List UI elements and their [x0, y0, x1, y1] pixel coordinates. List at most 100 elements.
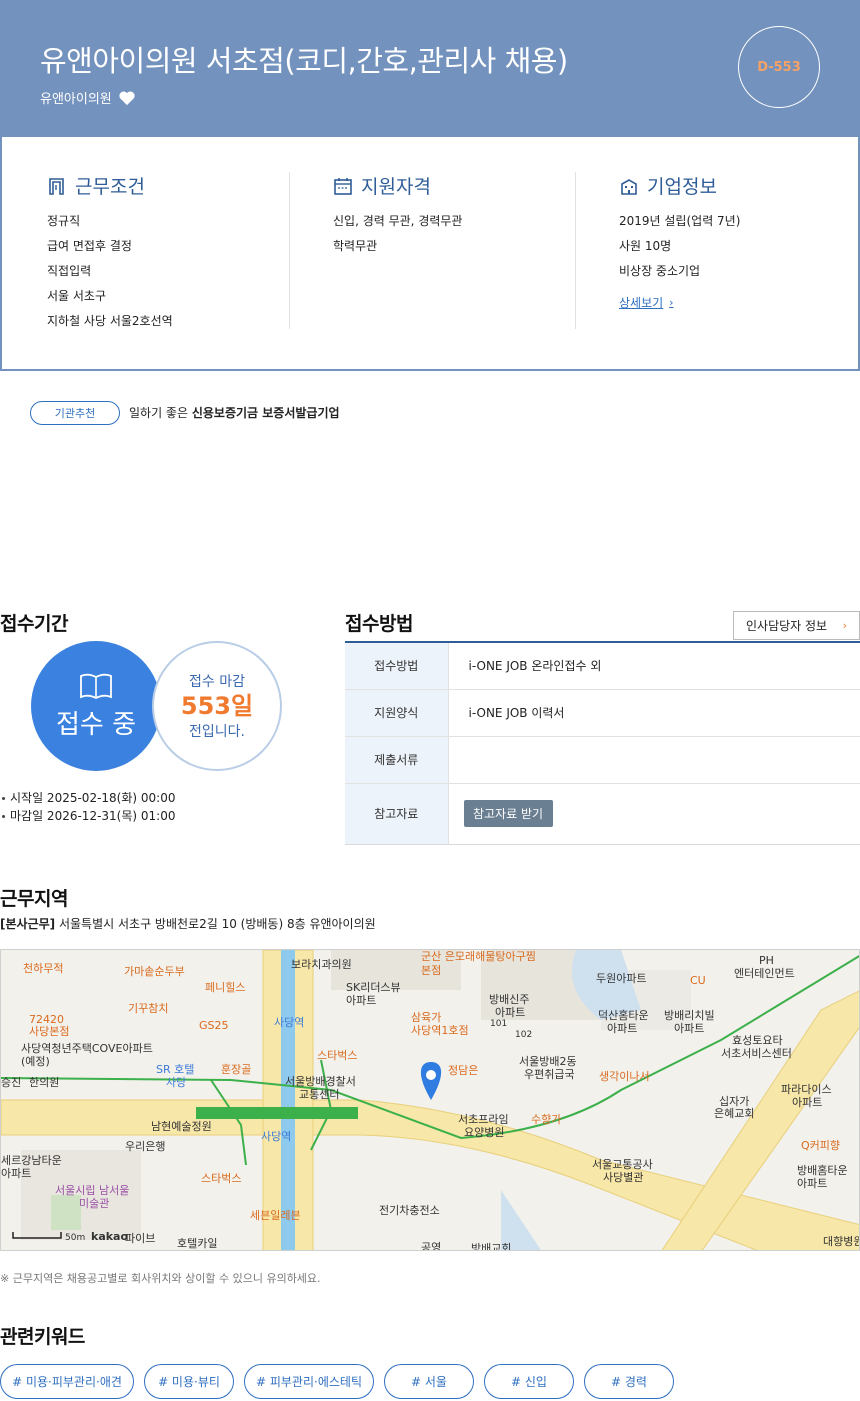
map-label: 본점	[421, 964, 442, 977]
address-tag: [본사근무]	[0, 917, 56, 931]
list-item: 급여 면접후 결정	[47, 239, 132, 253]
map-label: SK리더스뷰	[346, 981, 401, 994]
map-label: 수향가	[531, 1113, 562, 1126]
agency-recommend-badge: 기관추천	[30, 401, 120, 425]
download-reference-button[interactable]: 참고자료 받기	[463, 800, 553, 827]
map-label: 사당본점	[29, 1025, 70, 1038]
map-label: 방배홈타운	[797, 1164, 848, 1177]
deadline-label: 접수 마감	[189, 674, 245, 690]
company-info: 기업정보 2019년 설립(업력 7년) 사원 10명 비상장 중소기업 상세보…	[619, 172, 740, 328]
end-date: 마감일 2026-12-31(목) 01:00	[0, 807, 175, 825]
map-label: 서울방배경찰서	[285, 1075, 356, 1088]
company-name[interactable]: 유앤아이의원	[40, 88, 112, 107]
book-icon	[80, 673, 112, 699]
row-label: 참고자료	[345, 783, 449, 844]
map-label: 전기차충전소	[379, 1204, 440, 1217]
map-label: 사당역청년주택COVE아파트	[21, 1042, 153, 1055]
keywords-title: 관련키워드	[0, 1326, 85, 1348]
map-label: 아파트	[792, 1096, 823, 1109]
map-label: 스타벅스	[201, 1172, 242, 1185]
row-value: i-ONE JOB 이력서	[448, 689, 860, 737]
qualifications-heading: 지원자격	[333, 172, 462, 199]
method-title: 접수방법	[345, 613, 413, 635]
map-label: 한의원	[29, 1076, 60, 1089]
keyword-tag[interactable]: # 미용·피부관리·애견	[0, 1364, 134, 1399]
map-label: 사당역1호점	[411, 1024, 469, 1037]
summary-box: 근무조건 정규직 급여 면접후 결정 직접입력 서울 서초구 지하철 사당 서울…	[0, 137, 860, 371]
building-icon	[621, 178, 637, 195]
company-detail-link[interactable]: 상세보기 ›	[619, 294, 674, 311]
start-date: 시작일 2025-02-18(화) 00:00	[0, 789, 175, 807]
heart-icon[interactable]	[118, 90, 136, 106]
location-note: ※ 근무지역은 채용공고별로 회사위치와 상이할 수 있으니 유의하세요.	[0, 1272, 321, 1285]
map-label: 서울교통공사	[592, 1158, 653, 1171]
map-label: 방배리치빌	[664, 1009, 715, 1022]
qualifications: 지원자격 신입, 경력 무관, 경력무관 학력무관	[333, 172, 462, 328]
keyword-tag[interactable]: # 서울	[384, 1364, 474, 1399]
list-item: 직접입력	[47, 264, 92, 278]
job-title: 유앤아이의원 서초점(코디,간호,관리사 채용)	[40, 44, 568, 78]
map-label: 요양병원	[464, 1126, 505, 1139]
map-label: 덕산홈타운	[598, 1009, 649, 1022]
hr-contact-label: 인사담당자 정보	[746, 619, 828, 633]
keyword-tag[interactable]: # 미용·뷰티	[144, 1364, 234, 1399]
location-map[interactable]: 천하무적 가마솥순두부 보라치과의원 군산 은모래해물탕아구찜 본점 두원아파트…	[0, 949, 860, 1251]
address-text: 서울특별시 서초구 방배천로2길 10 (방배동) 8층 유앤아이의원	[58, 917, 376, 931]
map-label: 생각이나서	[599, 1070, 650, 1083]
map-label: 아파트	[797, 1177, 828, 1190]
status-text: 접수 중	[55, 709, 137, 740]
map-label: 사당역	[261, 1130, 292, 1143]
map-label: 군산 은모래해물탕아구찜	[421, 950, 536, 963]
hr-contact-button[interactable]: 인사담당자 정보 ›	[733, 611, 860, 640]
map-label: 스타벅스	[317, 1049, 358, 1062]
status-circle: 접수 중	[31, 641, 161, 771]
map-label: 서초서비스센터	[721, 1047, 792, 1060]
map-label: 파라다이스	[781, 1083, 832, 1096]
row-value: i-ONE JOB 온라인접수 외	[448, 642, 860, 690]
map-label: PH	[759, 954, 774, 967]
map-label: 엔터테인먼트	[734, 967, 795, 980]
map-label: 서울시립 남서울	[55, 1184, 130, 1197]
map-label: 삼육가	[411, 1011, 442, 1024]
list-item: 사원 10명	[619, 239, 672, 253]
list-item: 비상장 중소기업	[619, 264, 701, 278]
map-label: 세르강남타운	[1, 1154, 62, 1167]
row-label: 제출서류	[345, 736, 449, 784]
map-label: 효성토요타	[732, 1034, 783, 1047]
job-header: 유앤아이의원 서초점(코디,간호,관리사 채용) 유앤아이의원 D-553	[0, 0, 860, 137]
map-label: 은혜교회	[714, 1107, 755, 1120]
map-label: SR 호텔	[156, 1063, 195, 1076]
table-row: 제출서류	[345, 736, 860, 784]
company-info-title: 기업정보	[647, 176, 717, 198]
list-item: 신입, 경력 무관, 경력무관	[333, 214, 463, 228]
map-label: 공영	[421, 1241, 442, 1251]
divider	[575, 172, 576, 329]
map-label: 101	[490, 1019, 508, 1029]
work-conditions: 근무조건 정규직 급여 면접후 결정 직접입력 서울 서초구 지하철 사당 서울…	[47, 172, 173, 328]
row-value: 참고자료 받기	[448, 783, 860, 844]
qualifications-title: 지원자격	[361, 176, 431, 198]
table-row: 참고자료 참고자료 받기	[345, 783, 860, 844]
map-label: 아파트	[674, 1022, 705, 1035]
company-detail-label: 상세보기	[619, 296, 664, 310]
method-table: 접수방법 i-ONE JOB 온라인접수 외 지원양식 i-ONE JOB 이력…	[345, 641, 860, 845]
map-label: 기꾸참치	[128, 1002, 169, 1015]
map-label: 가마솥순두부	[124, 965, 185, 978]
map-scale: 50m	[65, 1233, 86, 1243]
map-label: 대향병원	[823, 1235, 860, 1248]
map-label: 호텔카일	[177, 1237, 218, 1250]
map-label: 우리은행	[125, 1140, 166, 1153]
map-label: 페니힐스	[205, 981, 246, 994]
keyword-tag[interactable]: # 피부관리·에스테틱	[244, 1364, 374, 1399]
keyword-tag[interactable]: # 신입	[484, 1364, 574, 1399]
work-conditions-title: 근무조건	[75, 176, 145, 198]
map-label: (예정)	[21, 1055, 50, 1068]
company-name-row: 유앤아이의원	[40, 88, 136, 107]
work-conditions-heading: 근무조건	[47, 172, 173, 199]
chevron-right-icon: ›	[842, 619, 847, 632]
map-label: 아파트	[346, 994, 377, 1007]
map-label: 보라치과의원	[291, 958, 352, 971]
map-label: 미술관	[79, 1197, 110, 1210]
keyword-tag[interactable]: # 경력	[584, 1364, 674, 1399]
map-label: 아파트	[1, 1167, 32, 1180]
